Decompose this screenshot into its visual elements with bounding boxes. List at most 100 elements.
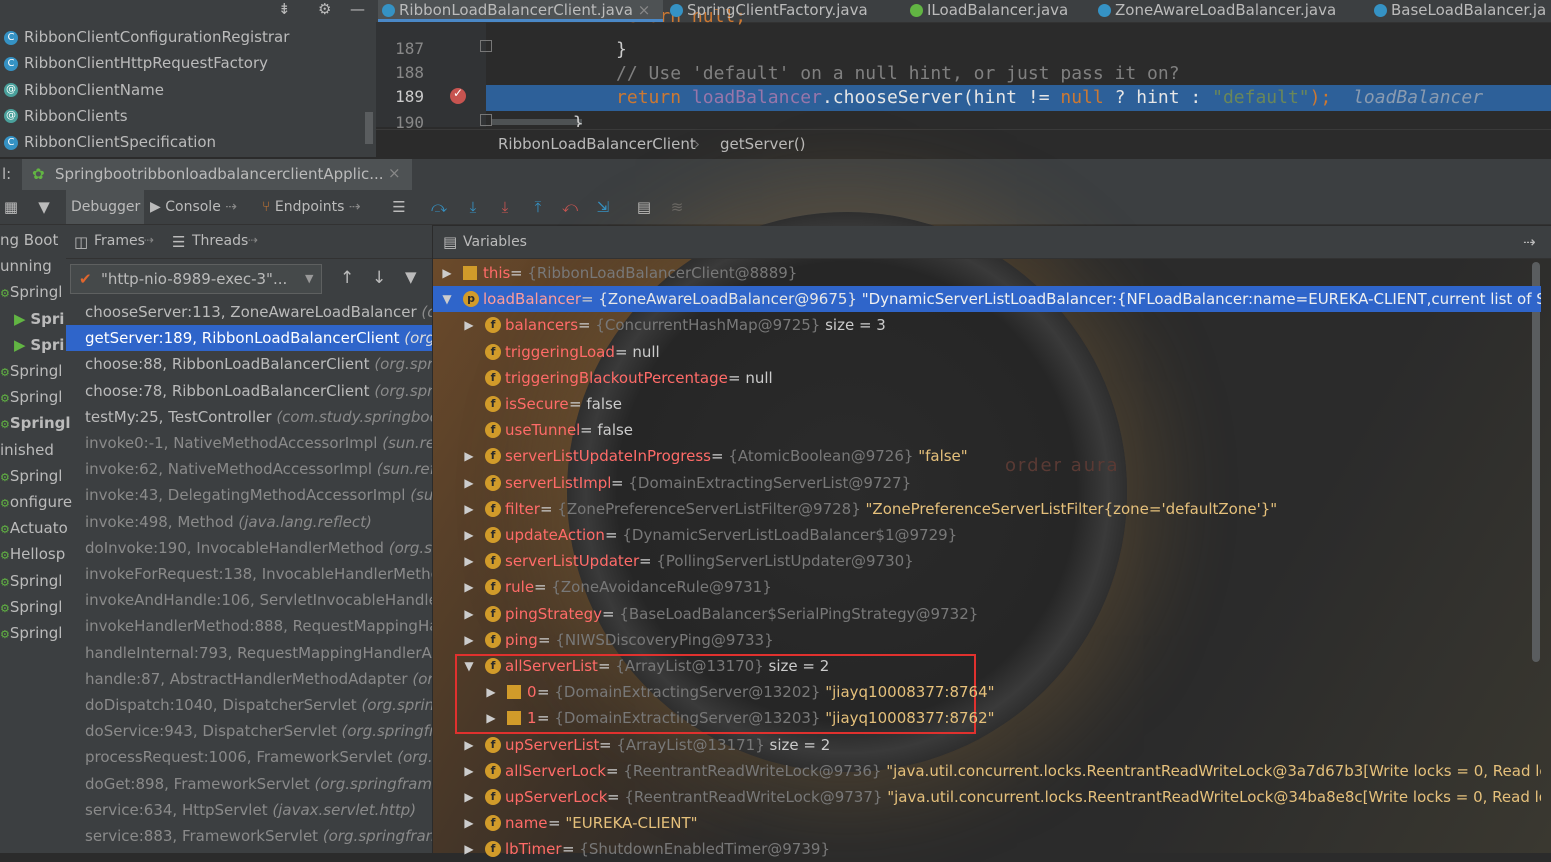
- tab-console[interactable]: ▶ Console ⇢: [150, 190, 258, 224]
- arrow-up-icon[interactable]: ↑: [340, 268, 354, 288]
- step-over-icon[interactable]: ⤼: [428, 196, 450, 218]
- chevron-right-icon[interactable]: ▶: [463, 312, 475, 338]
- variable-row[interactable]: ▶ f pingStrategy = {BaseLoadBalancer$Seria…: [433, 601, 1541, 627]
- variable-row[interactable]: ▶ f upServerLock = {ReentrantReadWriteLock…: [433, 784, 1541, 810]
- project-tree-item[interactable]: @ RibbonClients: [0, 103, 128, 129]
- force-step-into-icon[interactable]: ⤓: [494, 196, 516, 218]
- service-item[interactable]: ▶ Spri: [14, 306, 64, 332]
- editor-tab[interactable]: ZoneAwareLoadBalancer.java: [1094, 0, 1370, 22]
- filter-icon[interactable]: ▼: [405, 268, 417, 286]
- chevron-right-icon[interactable]: ▶: [485, 705, 497, 731]
- variable-row[interactable]: ▶ f serverListUpdater = {PollingServerList…: [433, 548, 1541, 574]
- chevron-down-icon[interactable]: ▼: [463, 653, 475, 679]
- variable-row[interactable]: ▼ p loadBalancer = {ZoneAwareLoadBalancer@…: [433, 286, 1541, 313]
- service-item[interactable]: ⚙Springl: [0, 279, 62, 305]
- gear-icon[interactable]: ⚙: [318, 0, 331, 18]
- chevron-right-icon[interactable]: ▶: [463, 784, 475, 810]
- frame-item[interactable]: doService:943, DispatcherServlet (org.sp…: [66, 718, 432, 744]
- service-item[interactable]: unning: [0, 253, 52, 279]
- frame-item[interactable]: chooseServer:113, ZoneAwareLoadBalancer …: [66, 299, 432, 325]
- filter-icon[interactable]: ▼: [33, 196, 55, 218]
- service-item[interactable]: ⚙Springl: [0, 410, 71, 436]
- frame-item[interactable]: invoke0:-1, NativeMethodAccessorImpl (su…: [66, 430, 432, 456]
- variable-row[interactable]: f triggeringBlackoutPercentage = null: [433, 365, 1541, 391]
- variable-row[interactable]: f isSecure = false: [433, 391, 1541, 417]
- frame-item[interactable]: invoke:43, DelegatingMethodAccessorImpl …: [66, 482, 432, 508]
- project-tree-item[interactable]: C RibbonClientHttpRequestFactory: [0, 50, 268, 76]
- chevron-right-icon[interactable]: ▶: [463, 732, 475, 758]
- chevron-right-icon[interactable]: ▶: [463, 470, 475, 496]
- frame-item[interactable]: choose:78, RibbonLoadBalancerClient (org…: [66, 378, 432, 404]
- frame-item[interactable]: invoke:498, Method (java.lang.reflect): [66, 509, 432, 535]
- editor-tab[interactable]: BaseLoadBalancer.ja: [1370, 0, 1551, 22]
- chevron-right-icon[interactable]: ▶: [463, 758, 475, 784]
- chevron-right-icon[interactable]: ▶: [463, 522, 475, 548]
- variable-row[interactable]: ▶ this = {RibbonLoadBalancerClient@8889}: [433, 260, 1541, 286]
- service-item[interactable]: ⚙Springl: [0, 594, 62, 620]
- editor-tab[interactable]: ILoadBalancer.java: [906, 0, 1095, 22]
- frame-item[interactable]: invokeForRequest:138, InvocableHandlerMe…: [66, 561, 432, 587]
- breadcrumb-class[interactable]: RibbonLoadBalancerClient: [498, 130, 696, 158]
- service-item[interactable]: ⚙Hellosp: [0, 541, 65, 567]
- variable-row[interactable]: ▶ f filter = {ZonePreferenceServerListFilt…: [433, 496, 1541, 522]
- thread-select[interactable]: ✔ "http-nio-8989-exec-3"... ▼: [70, 264, 322, 294]
- project-tree-item[interactable]: C RibbonClientSpecification: [0, 129, 216, 155]
- editor-tab[interactable]: RibbonLoadBalancerClient.java ×: [378, 0, 663, 22]
- variable-row[interactable]: ▶ f balancers = {ConcurrentHashMap@9725} s…: [433, 312, 1541, 338]
- chevron-right-icon[interactable]: ▶: [463, 443, 475, 469]
- frame-item[interactable]: invoke:62, NativeMethodAccessorImpl (sun…: [66, 456, 432, 482]
- service-item[interactable]: ⚙Actuato: [0, 515, 68, 541]
- variable-row[interactable]: ▼ f allServerList = {ArrayList@13170} size…: [433, 653, 1541, 679]
- chevron-right-icon[interactable]: ▶: [463, 574, 475, 600]
- run-to-cursor-icon[interactable]: ⇲: [592, 196, 614, 218]
- chevron-right-icon[interactable]: ▶: [463, 548, 475, 574]
- service-item[interactable]: ⚙Springl: [0, 463, 62, 489]
- service-item[interactable]: ⚙Springl: [0, 358, 62, 384]
- frame-item[interactable]: doInvoke:190, InvocableHandlerMethod (or…: [66, 535, 432, 561]
- variable-row[interactable]: ▶ f allServerLock = {ReentrantReadWriteLoc…: [433, 758, 1541, 784]
- tab-endpoints[interactable]: ⑂ Endpoints ⇢: [262, 190, 382, 224]
- frame-item[interactable]: invokeAndHandle:106, ServletInvocableHan…: [66, 587, 432, 613]
- chevron-right-icon[interactable]: ▶: [485, 679, 497, 705]
- variable-row[interactable]: ▶ f upServerList = {ArrayList@13171} size …: [433, 732, 1541, 758]
- chevron-right-icon[interactable]: ▶: [463, 810, 475, 836]
- variable-row[interactable]: ▶ f name = "EUREKA-CLIENT": [433, 810, 1541, 836]
- menu-icon[interactable]: ☰: [388, 196, 410, 218]
- frame-item[interactable]: service:883, FrameworkServlet (org.sprin…: [66, 823, 432, 849]
- tab-threads[interactable]: Threads: [192, 233, 248, 249]
- frame-item[interactable]: handleInternal:793, RequestMappingHandle…: [66, 640, 432, 666]
- variable-row[interactable]: f useTunnel = false: [433, 417, 1541, 443]
- project-tree-item[interactable]: C RibbonClientConfigurationRegistrar: [0, 24, 289, 50]
- variable-row[interactable]: ▶ 0 = {DomainExtractingServer@13202} "jia…: [433, 679, 1541, 705]
- frame-item[interactable]: choose:88, RibbonLoadBalancerClient (org…: [66, 351, 432, 377]
- run-config-tab[interactable]: ✿ SpringbootribbonloadbalancerclientAppl…: [22, 159, 412, 190]
- service-item[interactable]: ng Boot: [0, 227, 58, 253]
- evaluate-icon[interactable]: ▤: [633, 196, 655, 218]
- tab-debugger[interactable]: Debugger: [66, 190, 144, 224]
- variable-row[interactable]: ▶ f serverListUpdateInProgress = {AtomicBo…: [433, 443, 1541, 469]
- minimize-icon[interactable]: —: [350, 0, 365, 18]
- service-item[interactable]: inished: [0, 437, 54, 463]
- collapse-icon[interactable]: ⇟: [278, 0, 291, 18]
- frame-item[interactable]: handle:87, AbstractHandlerMethodAdapter …: [66, 666, 432, 692]
- chevron-right-icon[interactable]: ▶: [463, 627, 475, 653]
- chevron-right-icon[interactable]: ▶: [463, 601, 475, 627]
- tab-frames[interactable]: Frames: [94, 233, 145, 249]
- frame-item[interactable]: doGet:898, FrameworkServlet (org.springf…: [66, 771, 432, 797]
- frame-item[interactable]: service:634, HttpServlet (javax.servlet.…: [66, 797, 432, 823]
- drop-frame-icon[interactable]: ⤺: [559, 196, 581, 218]
- close-icon[interactable]: ×: [388, 164, 401, 182]
- close-icon[interactable]: ×: [633, 1, 651, 19]
- chevron-right-icon[interactable]: ▶: [463, 836, 475, 862]
- breadcrumb-method[interactable]: getServer(): [720, 130, 806, 158]
- frame-item[interactable]: invokeHandlerMethod:888, RequestMappingH…: [66, 613, 432, 639]
- frame-item[interactable]: getServer:189, RibbonLoadBalancerClient …: [66, 325, 432, 352]
- trace-icon[interactable]: ≋: [666, 196, 688, 218]
- editor-tab[interactable]: SpringClientFactory.java: [666, 0, 905, 22]
- variable-row[interactable]: ▶ f serverListImpl = {DomainExtractingServ…: [433, 470, 1541, 496]
- variable-row[interactable]: ▶ f updateAction = {DynamicServerListLoadB…: [433, 522, 1541, 548]
- variable-row[interactable]: ▶ 1 = {DomainExtractingServer@13203} "jia…: [433, 705, 1541, 731]
- breakpoint-icon[interactable]: ✓: [450, 86, 466, 104]
- project-tree-item[interactable]: @ RibbonClientName: [0, 77, 164, 103]
- chevron-right-icon[interactable]: ▶: [463, 496, 475, 522]
